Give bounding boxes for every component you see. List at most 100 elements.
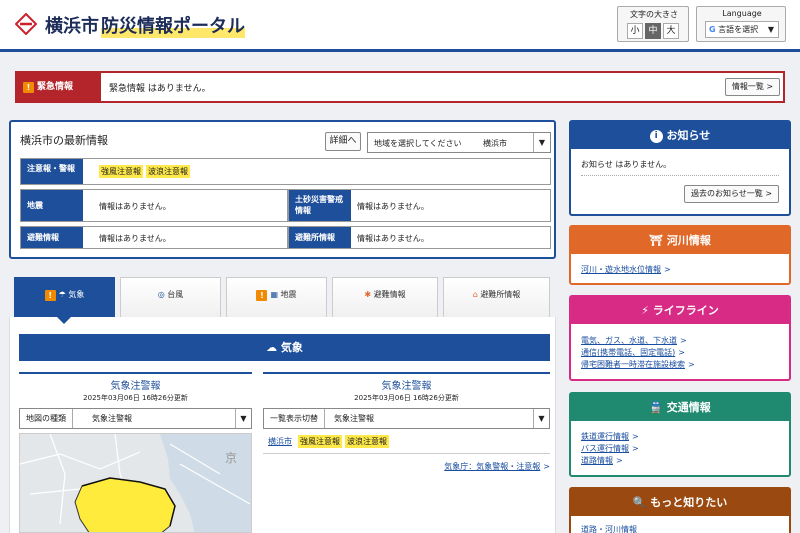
warnings-row: 注意報・警報 強風注意報 波浪注意報 xyxy=(20,158,551,185)
active-tab-pointer xyxy=(57,317,71,324)
updated-time: 2025年03月06日 16時26分更新 xyxy=(354,394,459,402)
tab-shelter[interactable]: ⌂ 避難所情報 xyxy=(443,277,550,317)
row-value: 情報はありません。 xyxy=(99,234,171,243)
jma-link[interactable]: 気象庁：気象警報・注意報 xyxy=(444,462,540,471)
row-label: 避難情報 xyxy=(21,227,83,248)
language-switcher: Language G 言語を選択 ▼ xyxy=(696,6,786,42)
emergency-bar: ! 緊急情報 緊急情報 はありません。 情報一覧 > xyxy=(15,71,785,103)
divider xyxy=(581,175,779,176)
earthquake-icon: ▦ xyxy=(270,290,278,299)
tab-label: 避難所情報 xyxy=(480,290,521,299)
select-label: 一覧表示切替 xyxy=(264,409,325,428)
svg-text:京: 京 xyxy=(225,451,237,465)
chevron-right-icon: > xyxy=(632,444,639,453)
more-info-title: もっと知りたい xyxy=(650,496,728,509)
warning-icon: ! xyxy=(44,290,56,301)
google-icon: G xyxy=(709,25,716,34)
emergency-list-button[interactable]: 情報一覧 > xyxy=(725,78,780,96)
select-label: 地図の種類 xyxy=(20,409,73,428)
detail-button[interactable]: 詳細へ xyxy=(325,132,361,151)
cloud-rain-icon: ☂ xyxy=(58,290,66,299)
weather-list-title: 気象注警報 xyxy=(263,372,550,392)
info-icon: i xyxy=(649,130,663,143)
row-label: 地震 xyxy=(21,190,83,221)
transport-link[interactable]: バス運行情報 xyxy=(581,444,629,453)
warning-tag: 強風注意報 xyxy=(99,165,143,178)
more-info-link[interactable]: 道路・河川情報 xyxy=(581,525,637,533)
font-size-small-button[interactable]: 小 xyxy=(627,23,643,39)
region-select-placeholder: 地域を選択してください xyxy=(374,139,462,148)
chevron-down-icon: ▼ xyxy=(235,409,251,428)
language-label: Language xyxy=(722,9,762,18)
row-label: 土砂災害警戒情報 xyxy=(289,190,351,221)
font-size-switcher: 文字の大きさ 小 中 大 xyxy=(617,6,689,42)
chevron-down-icon: ▼ xyxy=(767,25,774,34)
chevron-right-icon: > xyxy=(680,336,687,345)
notice-title: お知らせ xyxy=(666,129,711,142)
tab-weather[interactable]: ! ☂ 気象 xyxy=(14,277,115,317)
warning-tag: 強風注意報 xyxy=(298,435,342,448)
tab-earthquake[interactable]: ! ▦ 地震 xyxy=(226,277,327,317)
region-select-value: 横浜市 xyxy=(483,139,507,148)
transport-link[interactable]: 道路情報 xyxy=(581,456,613,465)
lifeline-link[interactable]: 通信(携帯電話、固定電話) xyxy=(581,348,675,357)
language-select[interactable]: G 言語を選択 ▼ xyxy=(705,21,779,38)
river-header: ⛩ 河川情報 xyxy=(571,227,789,254)
weather-section-title: 気象 xyxy=(280,341,303,354)
lifeline-link[interactable]: 電気、ガス、水道、下水道 xyxy=(581,336,677,345)
row-value: 情報はありません。 xyxy=(99,202,171,211)
notice-text: お知らせ はありません。 xyxy=(581,160,672,169)
city-name[interactable]: 横浜市 xyxy=(45,12,99,38)
weather-section-header: ☁ 気象 xyxy=(19,334,550,361)
past-notices-button[interactable]: 過去のお知らせ一覧 > xyxy=(684,185,779,203)
map-type-select[interactable]: 地図の種類 気象注警報 ▼ xyxy=(19,408,252,429)
updated-time: 2025年03月06日 16時26分更新 xyxy=(83,394,188,402)
lifeline-link[interactable]: 帰宅困難者一時滞在施設検索 xyxy=(581,360,685,369)
shelter-icon: ⌂ xyxy=(472,290,478,299)
river-card: ⛩ 河川情報 河川・遊水地水位情報 > xyxy=(569,225,791,285)
evacuation-icon: ✱ xyxy=(364,290,372,299)
transport-link[interactable]: 鉄道運行情報 xyxy=(581,432,629,441)
typhoon-icon: ◎ xyxy=(157,290,165,299)
tab-label: 避難情報 xyxy=(373,290,406,299)
select-value: 気象注警報 xyxy=(334,414,374,423)
tab-label: 地震 xyxy=(280,290,297,299)
emergency-tag: ! 緊急情報 xyxy=(17,73,101,101)
row-value: 情報はありません。 xyxy=(357,234,429,243)
jma-link-row: 気象庁：気象警報・注意報 > xyxy=(263,461,550,472)
font-size-label: 文字の大きさ xyxy=(630,10,678,19)
warning-map[interactable]: 京 xyxy=(19,433,252,533)
chevron-right-icon: > xyxy=(616,456,623,465)
tab-label: 台風 xyxy=(167,290,184,299)
map-graphic: 京 xyxy=(20,434,251,532)
notice-header: i お知らせ xyxy=(571,122,789,149)
search-icon: 🔍 xyxy=(632,496,647,509)
logo-icon[interactable] xyxy=(15,13,37,35)
row-label: 注意報・警報 xyxy=(21,159,83,184)
river-link[interactable]: 河川・遊水地水位情報 xyxy=(581,265,661,274)
warning-tag: 波浪注意報 xyxy=(146,165,190,178)
font-size-large-button[interactable]: 大 xyxy=(663,23,679,39)
region-select[interactable]: 地域を選択してください 横浜市 ▼ xyxy=(367,132,551,153)
font-size-medium-button[interactable]: 中 xyxy=(645,23,661,39)
tab-evacuation[interactable]: ✱ 避難情報 xyxy=(332,277,438,317)
row-label: 避難所情報 xyxy=(289,227,351,248)
notice-card: i お知らせ お知らせ はありません。 過去のお知らせ一覧 > xyxy=(569,120,791,216)
more-info-card: 🔍 もっと知りたい 道路・河川情報 xyxy=(569,487,791,533)
tab-label: 気象 xyxy=(68,290,85,299)
train-icon: 🚆 xyxy=(649,401,663,414)
transport-title: 交通情報 xyxy=(666,401,711,414)
city-link[interactable]: 横浜市 xyxy=(268,437,292,446)
tab-typhoon[interactable]: ◎ 台風 xyxy=(120,277,221,317)
portal-title[interactable]: 防災情報ポータル xyxy=(101,12,245,38)
warning-tag: 波浪注意報 xyxy=(345,435,389,448)
list-display-select[interactable]: 一覧表示切替 気象注警報 ▼ xyxy=(263,408,550,429)
select-value: 気象注警報 xyxy=(92,414,132,423)
lifeline-title: ライフライン xyxy=(652,304,719,317)
lifeline-header: ⚡ ライフライン xyxy=(571,297,789,324)
chevron-right-icon: > xyxy=(543,462,550,471)
chevron-right-icon: > xyxy=(632,432,639,441)
site-header: 横浜市 防災情報ポータル 文字の大きさ 小 中 大 Language G 言語を… xyxy=(0,0,800,52)
chevron-down-icon: ▼ xyxy=(533,409,549,428)
shelter-row: 避難所情報 情報はありません。 xyxy=(288,226,551,249)
